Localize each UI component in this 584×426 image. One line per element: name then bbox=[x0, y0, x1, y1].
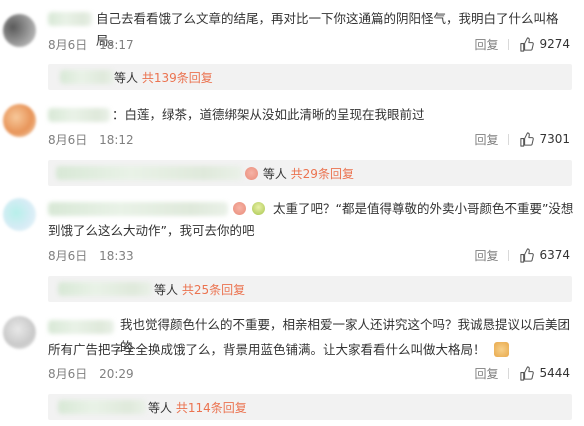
replies-box[interactable]: 等人 共139条回复 bbox=[48, 64, 572, 90]
replier-blurred bbox=[60, 70, 114, 84]
comment-text-line2: 到饿了么这么大动作”，我可去你的吧 bbox=[48, 223, 255, 238]
comment-date: 8月6日 bbox=[48, 249, 88, 263]
reply-button[interactable]: 回复 bbox=[474, 131, 498, 148]
comment-text: 太重了吧？“都是值得尊敬的外卖小哥颜色不重要”没想 bbox=[232, 198, 577, 220]
reply-button[interactable]: 回复 bbox=[474, 365, 498, 382]
username-blurred[interactable] bbox=[48, 12, 92, 26]
comment-date: 8月6日 bbox=[48, 367, 88, 381]
comment-date: 8月6日 bbox=[48, 38, 88, 52]
comment-timestamp: 8月6日 18:12 bbox=[48, 131, 134, 147]
thumbs-up-icon bbox=[520, 247, 535, 263]
username-blurred[interactable] bbox=[48, 108, 110, 122]
comment-text-line2: 所有广告把字全全换成饿了么，背景用蓝色铺满。让大家看看什么叫做大格局！ bbox=[48, 339, 578, 361]
thumbs-up-icon bbox=[520, 131, 535, 147]
comment-time: 18:33 bbox=[99, 249, 134, 263]
divider bbox=[508, 38, 510, 50]
replier-blurred bbox=[58, 400, 146, 414]
comment-timestamp: 8月6日 18:17 bbox=[48, 36, 134, 52]
like-count: 9274 bbox=[539, 37, 570, 51]
replier-blurred bbox=[58, 282, 152, 296]
replies-box[interactable]: 等人 共25条回复 bbox=[48, 276, 572, 302]
pig-face-emoji bbox=[245, 167, 258, 180]
comment-list: 自己去看看饿了么文章的结尾，再对比一下你这通篇的阴阳怪气，我明白了什么叫格局。 … bbox=[0, 0, 584, 426]
replies-suffix: 等人 bbox=[148, 401, 173, 415]
replies-summary: 等人 共29条回复 bbox=[244, 165, 354, 181]
comment-text-line1: 太重了吧？“都是值得尊敬的外卖小哥颜色不重要”没想 bbox=[272, 201, 574, 216]
like-button[interactable]: 5444 bbox=[519, 365, 570, 381]
like-count: 6374 bbox=[539, 248, 570, 262]
thumbs-up-emoji bbox=[493, 342, 509, 357]
replier-blurred bbox=[56, 166, 242, 180]
replies-box[interactable]: 等人 共29条回复 bbox=[48, 160, 572, 186]
reply-button[interactable]: 回复 bbox=[474, 36, 498, 53]
view-replies-link[interactable]: 共29条回复 bbox=[291, 167, 354, 181]
replies-summary: 等人 共139条回复 bbox=[114, 69, 213, 85]
comment-text: ：白莲，绿茶，道德绑架从没如此清晰的呈现在我眼前过 bbox=[112, 107, 425, 122]
comment-date: 8月6日 bbox=[48, 133, 88, 147]
avatar[interactable] bbox=[3, 198, 36, 231]
avatar[interactable] bbox=[3, 14, 36, 47]
comment-actions: 回复 9274 bbox=[474, 36, 570, 52]
replies-suffix: 等人 bbox=[262, 167, 287, 181]
comment-time: 20:29 bbox=[99, 367, 134, 381]
view-replies-link[interactable]: 共114条回复 bbox=[176, 401, 247, 415]
comment-actions: 回复 5444 bbox=[474, 365, 570, 381]
replies-suffix: 等人 bbox=[114, 71, 139, 85]
like-button[interactable]: 9274 bbox=[519, 36, 570, 52]
comment-timestamp: 8月6日 18:33 bbox=[48, 247, 134, 263]
like-button[interactable]: 7301 bbox=[519, 131, 570, 147]
replies-box[interactable]: 等人 共114条回复 bbox=[48, 394, 572, 420]
username-blurred[interactable] bbox=[48, 202, 228, 216]
comment-actions: 回复 7301 bbox=[474, 131, 570, 147]
reply-button[interactable]: 回复 bbox=[474, 247, 498, 264]
pig-face-emoji bbox=[233, 202, 246, 215]
replies-summary: 等人 共114条回复 bbox=[148, 399, 247, 415]
like-count: 5444 bbox=[539, 366, 570, 380]
comment-time: 18:17 bbox=[99, 38, 134, 52]
replies-summary: 等人 共25条回复 bbox=[154, 281, 245, 297]
avatar[interactable] bbox=[3, 316, 36, 349]
view-replies-link[interactable]: 共25条回复 bbox=[182, 283, 245, 297]
divider bbox=[508, 249, 510, 261]
like-count: 7301 bbox=[539, 132, 570, 146]
avatar[interactable] bbox=[3, 104, 36, 137]
view-replies-link[interactable]: 共139条回复 bbox=[142, 71, 213, 85]
thumbs-up-icon bbox=[520, 36, 535, 52]
like-button[interactable]: 6374 bbox=[519, 247, 570, 263]
replies-suffix: 等人 bbox=[154, 283, 179, 297]
comment-time: 18:12 bbox=[99, 133, 134, 147]
comment-text-line2-content: 所有广告把字全全换成饿了么，背景用蓝色铺满。让大家看看什么叫做大格局！ bbox=[48, 342, 486, 357]
comment-actions: 回复 6374 bbox=[474, 247, 570, 263]
divider bbox=[508, 367, 510, 379]
divider bbox=[508, 133, 510, 145]
username-blurred[interactable] bbox=[48, 320, 114, 334]
comment-timestamp: 8月6日 20:29 bbox=[48, 365, 134, 381]
thumbs-up-icon bbox=[520, 365, 535, 381]
green-face-emoji bbox=[251, 202, 265, 215]
